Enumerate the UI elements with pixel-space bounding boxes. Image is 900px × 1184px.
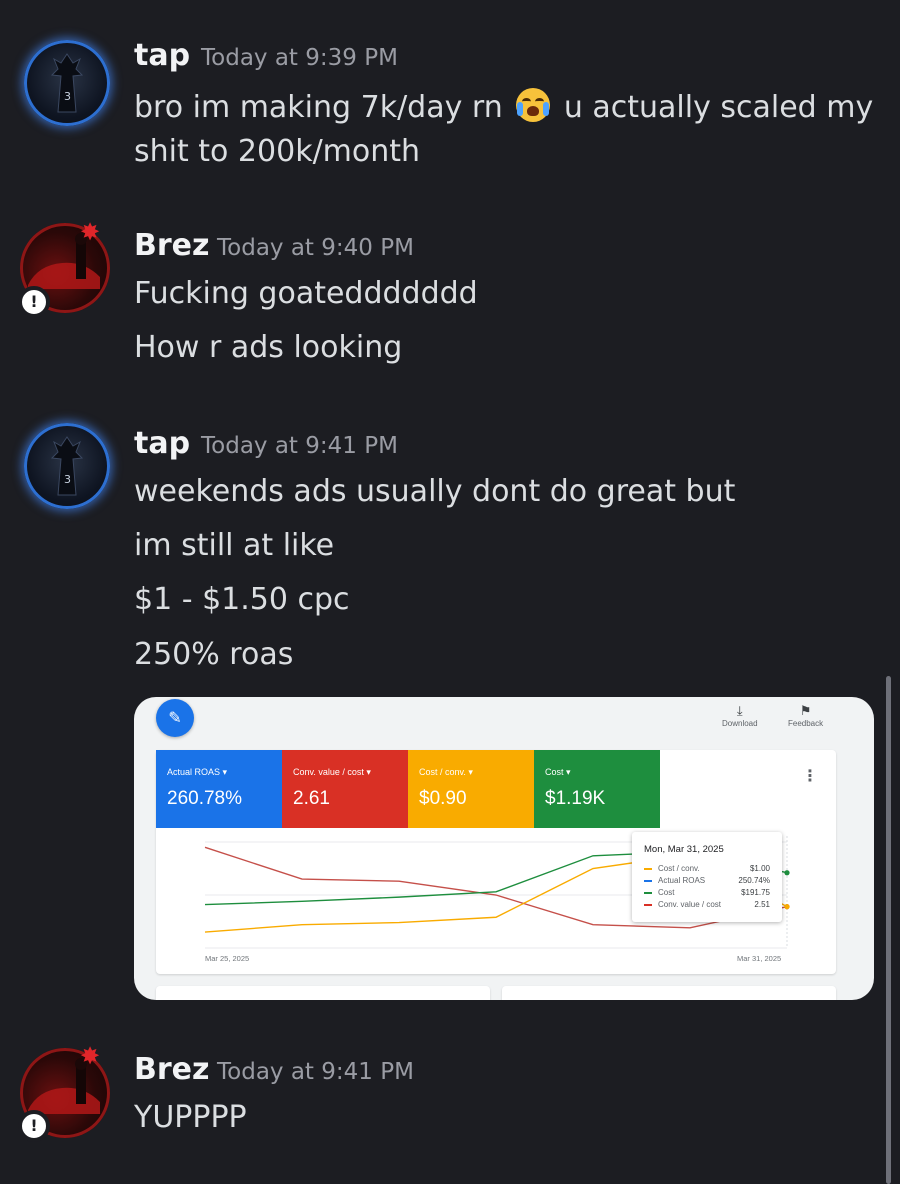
status-badge: ! xyxy=(18,1110,50,1142)
avatar-figure-icon: 3 xyxy=(50,53,84,113)
author-name[interactable]: Brez xyxy=(134,1052,209,1087)
loudly-crying-face-icon xyxy=(516,88,551,122)
x-axis-end-label: Mar 31, 2025 xyxy=(737,954,782,963)
timestamp: Today at 9:41 PM xyxy=(201,433,398,459)
message-line: im still at like xyxy=(134,528,335,563)
chart-tooltip: Mon, Mar 31, 2025 Cost / conv. $1.00 Act… xyxy=(632,832,782,922)
tooltip-row: Actual ROAS 250.74% xyxy=(644,876,770,887)
attachment-image[interactable]: ✎ ⤓ Download ⚑ Feedback Actual ROAS ▾ 26… xyxy=(134,697,874,1000)
feedback-icon: ⚑ xyxy=(799,703,812,718)
scrollbar[interactable] xyxy=(886,676,891,1184)
tooltip-date: Mon, Mar 31, 2025 xyxy=(644,844,724,855)
message-line: 250% roas xyxy=(134,637,294,672)
tooltip-value: 2.51 xyxy=(754,900,770,909)
author-name[interactable]: tap xyxy=(134,426,190,461)
tooltip-row: Cost $191.75 xyxy=(644,888,770,899)
message-text: bro im making 7k/day rn xyxy=(134,90,503,125)
feedback-label: Feedback xyxy=(788,719,824,728)
message-line: $1 - $1.50 cpc xyxy=(134,582,350,617)
series-point xyxy=(784,870,790,876)
message-4: ✸ ! Brez Today at 9:41 PM YUPPPP xyxy=(0,1030,880,1184)
tooltip-label: Actual ROAS xyxy=(658,876,706,885)
author-name[interactable]: Brez xyxy=(134,228,209,263)
bottom-card-left xyxy=(156,986,490,1000)
message-line: shit to 200k/month xyxy=(134,134,421,169)
x-axis-start-label: Mar 25, 2025 xyxy=(205,954,250,963)
edit-button[interactable]: ✎ xyxy=(156,699,194,737)
message-line: How r ads looking xyxy=(134,330,403,365)
avatar[interactable]: 3 xyxy=(24,423,110,509)
message-line: YUPPPP xyxy=(134,1100,247,1135)
timestamp: Today at 9:41 PM xyxy=(217,1059,414,1085)
download-icon: ⤓ xyxy=(736,703,743,718)
tooltip-label: Cost xyxy=(658,888,675,897)
timestamp: Today at 9:40 PM xyxy=(217,235,414,261)
timestamp: Today at 9:39 PM xyxy=(201,45,398,71)
message-2: ✸ ! Brez Today at 9:40 PM Fucking goated… xyxy=(0,190,880,390)
message-1: 3 tap Today at 9:39 PM bro im making 7k/… xyxy=(0,0,880,190)
author-name[interactable]: tap xyxy=(134,38,190,73)
performance-card: Actual ROAS ▾ 260.78% Conv. value / cost… xyxy=(156,750,836,974)
tooltip-value: $191.75 xyxy=(741,888,770,897)
svg-text:3: 3 xyxy=(64,473,71,486)
tooltip-label: Conv. value / cost xyxy=(658,900,721,909)
avatar-figure-icon: 3 xyxy=(50,436,84,496)
bottom-card-right xyxy=(502,986,836,1000)
download-button[interactable]: ⤓ Download xyxy=(722,703,758,728)
anger-symbol-icon: ✸ xyxy=(80,218,101,246)
message-line: weekends ads usually dont do great but xyxy=(134,474,736,509)
tooltip-row: Conv. value / cost 2.51 xyxy=(644,900,770,911)
message-line: Fucking goateddddddd xyxy=(134,276,478,311)
feedback-button[interactable]: ⚑ Feedback xyxy=(788,703,823,728)
status-badge: ! xyxy=(18,286,50,318)
message-text: u actually scaled my xyxy=(563,90,874,125)
tooltip-row: Cost / conv. $1.00 xyxy=(644,864,770,875)
tooltip-label: Cost / conv. xyxy=(658,864,700,873)
tooltip-value: $1.00 xyxy=(749,864,770,873)
series-point xyxy=(784,904,790,910)
download-label: Download xyxy=(722,719,758,728)
pencil-icon: ✎ xyxy=(168,708,182,727)
avatar[interactable]: 3 xyxy=(24,40,110,126)
tooltip-value: 250.74% xyxy=(738,876,770,885)
svg-text:3: 3 xyxy=(64,90,71,103)
message-line: bro im making 7k/day rn u actually scale… xyxy=(134,88,873,125)
anger-symbol-icon: ✸ xyxy=(80,1042,101,1070)
